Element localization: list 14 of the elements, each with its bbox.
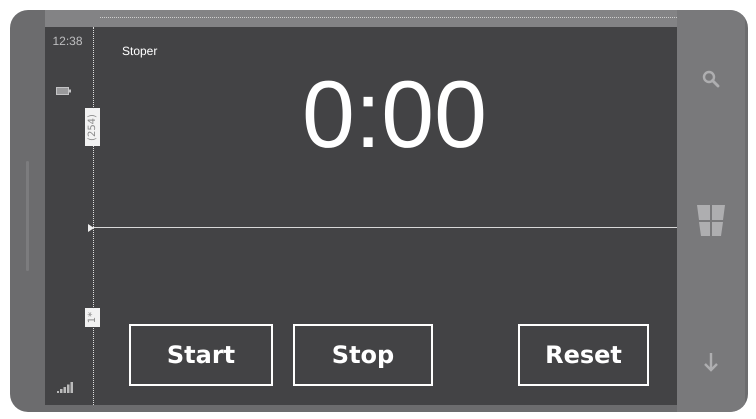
signal-icon <box>57 382 74 393</box>
reset-button[interactable]: Reset <box>518 324 649 386</box>
windows-logo-icon[interactable] <box>697 204 725 236</box>
search-icon[interactable] <box>702 70 720 88</box>
timer-display: 0:00 <box>302 68 487 163</box>
status-time: 12:38 <box>52 34 83 48</box>
stop-button[interactable]: Stop <box>293 324 433 386</box>
star-height-marker: 1* <box>85 308 100 327</box>
start-button[interactable]: Start <box>129 324 273 386</box>
app-title: Stoper <box>122 44 158 58</box>
splitter-handle-icon[interactable] <box>88 224 94 232</box>
battery-icon <box>56 87 71 95</box>
down-arrow-icon[interactable] <box>703 352 719 372</box>
row-height-marker: (254) <box>85 108 100 146</box>
